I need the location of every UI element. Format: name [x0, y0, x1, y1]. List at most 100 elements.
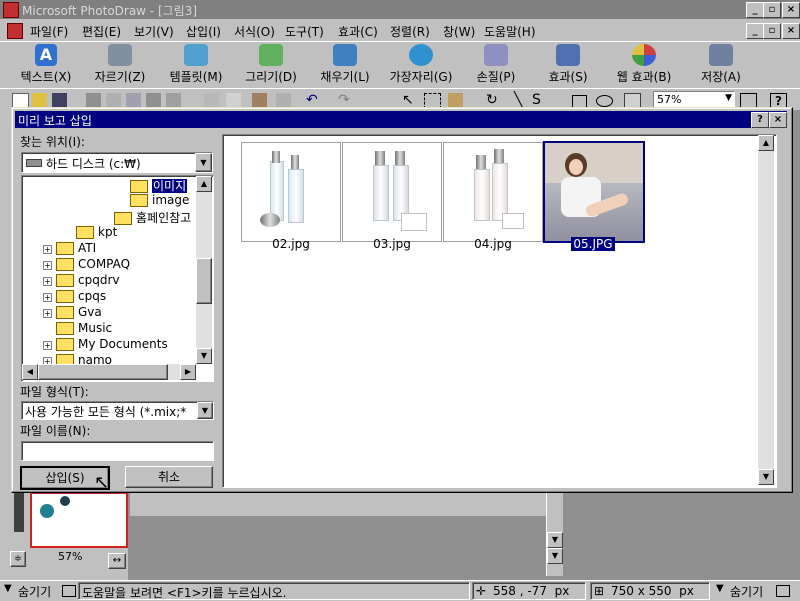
scroll-down-arrow[interactable]: ▼ [196, 348, 212, 364]
scroll-down-arrow-2[interactable]: ▼ [547, 548, 563, 564]
restore-button[interactable]: ▫ [763, 2, 781, 18]
undo-icon[interactable]: ↶ [306, 93, 321, 107]
chevron-down-icon[interactable]: ▼ [197, 402, 213, 419]
expand-icon[interactable]: + [43, 277, 52, 286]
scroll-right-arrow[interactable]: ▶ [180, 364, 196, 380]
tree-item[interactable]: Gva [56, 305, 102, 319]
close-app-button[interactable]: × [782, 2, 800, 18]
scroll-up-arrow[interactable]: ▲ [196, 176, 212, 192]
scan-icon[interactable] [126, 93, 141, 107]
cancel-button[interactable]: 취소 [125, 466, 213, 488]
menu-help[interactable]: 도움말(H) [484, 23, 536, 40]
expand-icon[interactable]: + [43, 261, 52, 270]
tree-item[interactable]: cpqs [56, 289, 106, 303]
template-button[interactable]: 템플릿(M) [162, 44, 230, 85]
menu-insert[interactable]: 삽입(I) [186, 23, 221, 40]
tree-vertical-scrollbar[interactable]: ▲ ▼ [196, 176, 212, 364]
tree-item[interactable]: 이미지 [130, 177, 188, 194]
expand-icon[interactable]: + [43, 245, 52, 254]
dialog-help-button[interactable]: ? [751, 112, 769, 128]
menu-window[interactable]: 창(W) [443, 23, 475, 40]
tree-item[interactable]: ATI [56, 241, 96, 255]
chevron-down-icon[interactable]: ▼ [195, 153, 212, 172]
file-thumbnail[interactable] [443, 142, 543, 242]
crop-button[interactable]: 자르기(Z) [88, 44, 152, 85]
menu-format[interactable]: 서식(O) [234, 23, 275, 40]
print-preview-icon[interactable] [106, 93, 121, 107]
file-thumbnail[interactable] [342, 142, 442, 242]
menu-tools[interactable]: 도구(T) [285, 23, 324, 40]
visual-open-icon[interactable] [166, 93, 181, 107]
paste-icon[interactable] [252, 93, 267, 107]
rotate-icon[interactable]: ↻ [486, 93, 501, 107]
chevron-down-icon[interactable]: ▼ [716, 583, 724, 594]
menu-edit[interactable]: 편집(E) [82, 23, 121, 40]
file-name-selected[interactable]: 05.JPG [543, 237, 643, 251]
photodraw-app-icon[interactable] [3, 2, 19, 18]
tree-item[interactable]: 홈페인참고 [114, 209, 191, 226]
pointer-icon[interactable]: ↖ [402, 93, 417, 107]
edges-button[interactable]: 가장자리(G) [384, 44, 458, 85]
chevron-down-icon[interactable]: ▼ [4, 583, 12, 594]
file-name-input[interactable] [21, 441, 214, 461]
panel-options-icon[interactable]: ≑ [10, 551, 26, 567]
cut-icon[interactable] [204, 93, 219, 107]
scroll-down-arrow[interactable]: ▼ [547, 532, 563, 548]
format-painter-icon[interactable] [276, 93, 291, 107]
tree-item[interactable]: COMPAQ [56, 257, 130, 271]
preview-scrollbar[interactable]: ▲ ▼ [758, 135, 774, 485]
tree-item[interactable]: kpt [76, 225, 117, 239]
doc-close-button[interactable]: × [782, 23, 800, 39]
doc-minimize-button[interactable]: _ [746, 23, 764, 39]
menu-view[interactable]: 보기(V) [134, 23, 174, 40]
line-icon[interactable]: ╲ [514, 93, 529, 107]
minimize-button[interactable]: _ [746, 2, 764, 18]
hide-left-label[interactable]: 숨기기 [18, 583, 51, 600]
expand-icon[interactable]: + [43, 341, 52, 350]
text-button[interactable]: A 텍스트(X) [14, 44, 78, 85]
menu-arrange[interactable]: 정렬(R) [390, 23, 430, 40]
panel-icon[interactable] [776, 585, 790, 597]
redo-icon[interactable]: ↷ [338, 93, 353, 107]
curve-icon[interactable]: S [532, 93, 547, 107]
ellipse-icon[interactable] [596, 95, 613, 107]
panel-splitter[interactable] [14, 492, 24, 532]
menu-file[interactable]: 파일(F) [30, 23, 68, 40]
print-icon[interactable] [86, 93, 101, 107]
fill-small-icon[interactable] [448, 93, 463, 107]
scroll-thumb[interactable] [196, 258, 212, 304]
panel-expand-icon[interactable]: ↔ [108, 553, 126, 569]
file-thumbnail[interactable] [241, 142, 341, 242]
doc-restore-button[interactable]: ▫ [763, 23, 781, 39]
file-name-label[interactable]: 04.jpg [443, 237, 543, 251]
file-type-dropdown[interactable]: 사용 가능한 모든 형식 (*.mix;* ▼ [21, 401, 214, 420]
open-icon[interactable] [32, 93, 47, 107]
picture-thumbnail[interactable] [30, 492, 128, 548]
touchup-button[interactable]: 손질(P) [468, 44, 524, 85]
hide-right-label[interactable]: 숨기기 [730, 583, 763, 600]
tree-horizontal-scrollbar[interactable]: ◀ ▶ [22, 364, 196, 380]
save-small-icon[interactable] [52, 93, 67, 107]
document-icon[interactable] [7, 23, 23, 39]
scroll-up-arrow[interactable]: ▲ [758, 135, 774, 151]
expand-icon[interactable]: + [43, 293, 52, 302]
canvas-scrollbar[interactable]: ▼ ▼ [546, 492, 563, 576]
tree-item[interactable]: cpqdrv [56, 273, 119, 287]
menu-effects[interactable]: 효과(C) [338, 23, 378, 40]
scroll-thumb[interactable] [38, 364, 168, 380]
look-in-dropdown[interactable]: 하드 디스크 (c:₩) ▼ [21, 152, 213, 173]
effects-button[interactable]: 효과(S) [540, 44, 596, 85]
file-name-label[interactable]: 02.jpg [241, 237, 341, 251]
scroll-left-arrow[interactable]: ◀ [22, 364, 38, 380]
file-name-label[interactable]: 03.jpg [342, 237, 442, 251]
panel-icon[interactable] [62, 585, 76, 597]
save-button[interactable]: 저장(A) [694, 44, 748, 85]
expand-icon[interactable]: + [43, 309, 52, 318]
dialog-close-button[interactable]: × [769, 112, 787, 128]
file-thumbnail-selected[interactable] [543, 141, 645, 243]
scroll-down-arrow[interactable]: ▼ [758, 469, 774, 485]
tree-item[interactable]: Music [56, 321, 112, 335]
web-effects-button[interactable]: 웹 효과(B) [610, 44, 678, 85]
camera-icon[interactable] [146, 93, 161, 107]
tree-item[interactable]: My Documents [56, 337, 168, 351]
